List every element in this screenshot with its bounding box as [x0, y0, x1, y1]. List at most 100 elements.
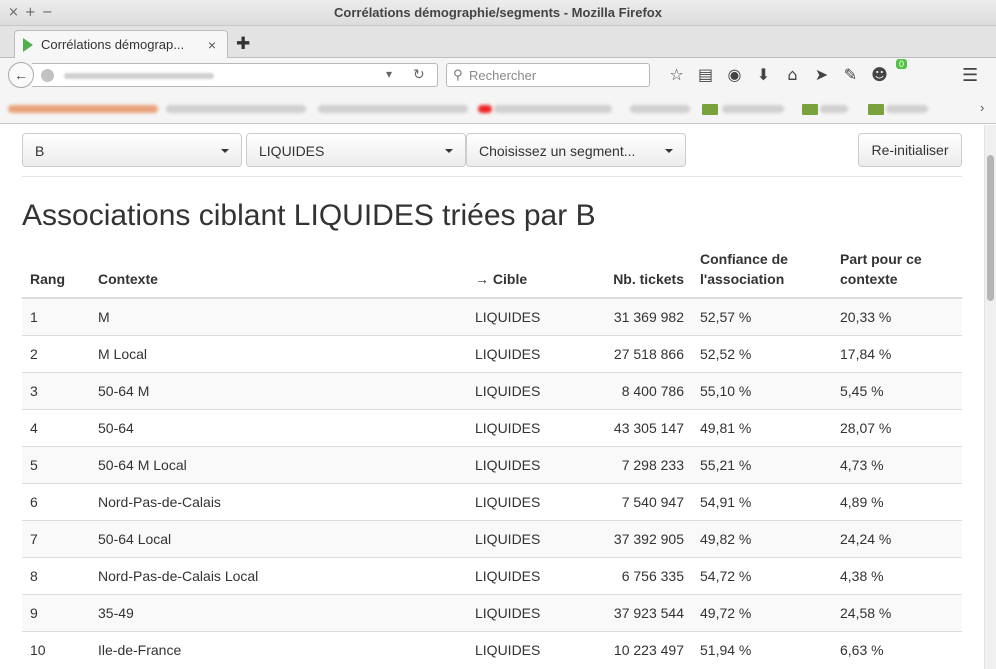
- url-text-redacted: [64, 73, 214, 79]
- cell-confidence: 49,82 %: [692, 519, 832, 557]
- pocket-icon[interactable]: ◉: [720, 65, 749, 84]
- table-row: 6 Nord-Pas-de-Calais LIQUIDES 7 540 947 54,9…: [22, 482, 962, 520]
- cell-confidence: 49,72 %: [692, 593, 832, 631]
- tab-active[interactable]: Corrélations démograp... ×: [14, 30, 228, 58]
- emoji-icon[interactable]: ☻: [865, 65, 894, 84]
- cell-confidence: 54,91 %: [692, 482, 832, 520]
- cell-confidence: 51,94 %: [692, 630, 832, 668]
- cell-tickets: 31 369 982: [576, 297, 692, 335]
- cell-tickets: 6 756 335: [576, 556, 692, 594]
- send-icon[interactable]: ➤: [807, 65, 836, 84]
- page-scrollbar[interactable]: [984, 125, 996, 669]
- cell-share: 4,73 %: [832, 445, 962, 483]
- bookmark-item[interactable]: [630, 105, 690, 113]
- reading-list-icon[interactable]: ▤: [691, 65, 720, 84]
- col-header-context[interactable]: Contexte: [90, 241, 467, 299]
- segment-select-value: Choisissez un segment...: [479, 143, 636, 159]
- reload-icon[interactable]: ↻: [413, 66, 425, 83]
- new-tab-button[interactable]: ✚: [236, 34, 250, 54]
- folder-icon[interactable]: [802, 104, 818, 115]
- window-title: Corrélations démographie/segments - Mozi…: [334, 5, 662, 20]
- toolbar-icons: ☆ ▤ ◉ ⬇ ⌂ ➤ ✎ ☻: [662, 65, 894, 84]
- bookmark-item[interactable]: [478, 105, 492, 113]
- cell-target: LIQUIDES: [467, 556, 576, 594]
- sort-select[interactable]: B: [22, 133, 242, 167]
- cell-rank: 4: [22, 408, 90, 446]
- cell-tickets: 37 923 544: [576, 593, 692, 631]
- bookmark-item[interactable]: [166, 105, 306, 113]
- cell-confidence: 55,21 %: [692, 445, 832, 483]
- cell-target: LIQUIDES: [467, 408, 576, 446]
- bookmark-item[interactable]: [494, 105, 612, 113]
- table-row: 8 Nord-Pas-de-Calais Local LIQUIDES 6 756 3…: [22, 556, 962, 594]
- cell-confidence: 52,57 %: [692, 297, 832, 335]
- cell-confidence: 55,10 %: [692, 371, 832, 409]
- table-row: 9 35-49 LIQUIDES 37 923 544 49,72 % 24,58 %: [22, 593, 962, 631]
- bookmark-item[interactable]: [318, 105, 468, 113]
- star-icon[interactable]: ☆: [662, 65, 691, 84]
- chevron-right-icon[interactable]: ›: [980, 100, 984, 115]
- table-row: 7 50-64 Local LIQUIDES 37 392 905 49,82 % 24,…: [22, 519, 962, 557]
- cell-rank: 10: [22, 630, 90, 668]
- window-titlebar: × + − Corrélations démographie/segments …: [0, 0, 996, 26]
- bookmark-item[interactable]: [886, 105, 928, 113]
- cell-share: 20,33 %: [832, 297, 962, 335]
- col-header-target[interactable]: → Cible: [467, 241, 576, 299]
- scrollbar-thumb[interactable]: [987, 155, 994, 301]
- nav-bar: ▾ ↻ ← ⚲ ☆ ▤ ◉ ⬇ ⌂ ➤ ✎ ☻ 0 ☰: [0, 58, 996, 92]
- cell-rank: 1: [22, 297, 90, 335]
- cell-tickets: 8 400 786: [576, 371, 692, 409]
- download-icon[interactable]: ⬇: [749, 65, 778, 84]
- cell-share: 17,84 %: [832, 334, 962, 372]
- cell-share: 28,07 %: [832, 408, 962, 446]
- col-header-share-line1: Part pour ce: [840, 251, 922, 267]
- folder-icon[interactable]: [868, 104, 884, 115]
- cell-target: LIQUIDES: [467, 371, 576, 409]
- url-bar[interactable]: ▾ ↻: [32, 63, 438, 87]
- back-button[interactable]: ←: [8, 62, 34, 88]
- col-header-confidence[interactable]: Confiance de l'association: [692, 241, 832, 299]
- cell-target: LIQUIDES: [467, 593, 576, 631]
- folder-icon[interactable]: [702, 104, 718, 115]
- table-row: 4 50-64 LIQUIDES 43 305 147 49,81 % 28,07 %: [22, 408, 962, 446]
- cell-tickets: 7 540 947: [576, 482, 692, 520]
- cell-confidence: 54,72 %: [692, 556, 832, 594]
- cell-share: 6,63 %: [832, 630, 962, 668]
- target-select[interactable]: LIQUIDES: [246, 133, 466, 167]
- bookmarks-toolbar: ›: [0, 92, 996, 124]
- tab-close-icon[interactable]: ×: [205, 37, 219, 53]
- bookmark-item[interactable]: [8, 105, 158, 113]
- page-title: Associations ciblant LIQUIDES triées par…: [22, 199, 596, 232]
- bookmark-item[interactable]: [722, 105, 784, 113]
- segment-select[interactable]: Choisissez un segment...: [466, 133, 686, 167]
- cell-tickets: 27 518 866: [576, 334, 692, 372]
- associations-table: Rang Contexte → Cible Nb. tickets Confia…: [22, 241, 962, 668]
- home-icon[interactable]: ⌂: [778, 65, 807, 84]
- cell-rank: 5: [22, 445, 90, 483]
- cell-rank: 8: [22, 556, 90, 594]
- col-header-tickets[interactable]: Nb. tickets: [576, 241, 692, 299]
- cell-share: 24,24 %: [832, 519, 962, 557]
- search-box[interactable]: ⚲: [446, 63, 650, 87]
- cell-target: LIQUIDES: [467, 482, 576, 520]
- bookmark-item[interactable]: [820, 105, 848, 113]
- reset-button[interactable]: Re-initialiser: [858, 133, 962, 167]
- extension-icon[interactable]: ✎: [836, 65, 865, 84]
- divider: [22, 176, 962, 177]
- cell-context: Nord-Pas-de-Calais Local: [90, 556, 467, 594]
- col-header-rank[interactable]: Rang: [22, 241, 90, 299]
- cell-tickets: 10 223 497: [576, 630, 692, 668]
- cell-context: M: [90, 297, 467, 335]
- search-input[interactable]: [469, 66, 645, 84]
- cell-share: 4,89 %: [832, 482, 962, 520]
- menu-icon[interactable]: ☰: [962, 65, 978, 86]
- cell-tickets: 37 392 905: [576, 519, 692, 557]
- url-history-chevron-icon[interactable]: ▾: [386, 67, 392, 81]
- cell-context: 50-64 Local: [90, 519, 467, 557]
- cell-confidence: 52,52 %: [692, 334, 832, 372]
- table-row: 1 M LIQUIDES 31 369 982 52,57 % 20,33 %: [22, 297, 962, 335]
- table-row: 10 Ile-de-France LIQUIDES 10 223 497 51,94 %…: [22, 630, 962, 668]
- col-header-share[interactable]: Part pour ce contexte: [832, 241, 962, 299]
- caret-down-icon: [445, 149, 453, 153]
- cell-tickets: 43 305 147: [576, 408, 692, 446]
